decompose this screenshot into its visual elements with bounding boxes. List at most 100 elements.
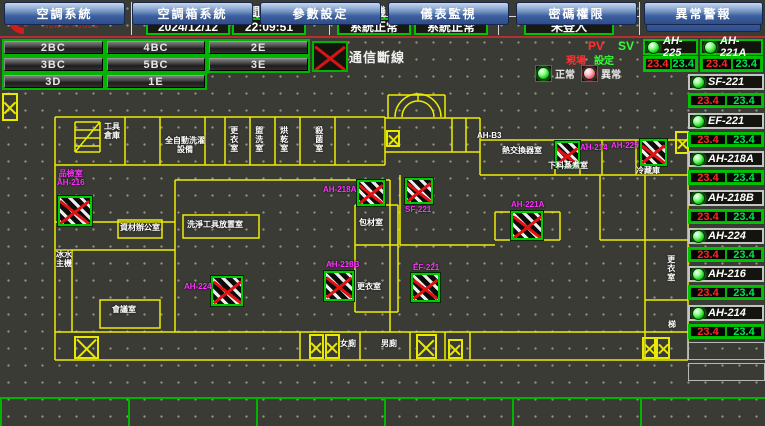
room-label: AH-B3 — [477, 132, 501, 141]
unit-status-led — [692, 115, 705, 128]
nav-parameter-settings-button[interactable]: 參數設定 — [260, 2, 381, 25]
unit-status-led — [692, 307, 705, 320]
nav-separator — [640, 399, 642, 426]
unit-pv-value: 23.4 — [690, 95, 726, 106]
unit-pv-value: 23.4 — [645, 58, 671, 70]
map-unit-label: AH-214 — [580, 144, 608, 153]
nav-meter-monitor-button[interactable]: 儀表監視 — [388, 2, 509, 25]
spiral-stairs-icon — [395, 94, 441, 117]
unit-sv-value: 23.4 — [726, 172, 762, 183]
empty-unit-slot — [688, 363, 765, 381]
nav-separator — [512, 399, 514, 426]
unit-status-led — [692, 268, 705, 281]
room-label: 冰水 主機 — [56, 251, 72, 269]
room-label: 更衣室 — [357, 283, 381, 292]
ahu-offline-icon[interactable] — [411, 273, 440, 302]
unit-value-pair: 23.4 23.4 — [700, 56, 763, 72]
door-hatch-icon — [309, 334, 324, 359]
room-label: 熱交換器室 — [502, 147, 542, 156]
unit-name-row[interactable]: AH-221A — [700, 39, 763, 55]
unit-name-row[interactable]: EF-221 — [688, 113, 764, 129]
room-label: 更衣室 — [229, 126, 238, 153]
nav-alarm-button[interactable]: 異常警報 — [644, 2, 763, 25]
unit-sv-value: 23.4 — [732, 58, 762, 70]
nav-separator — [256, 399, 258, 426]
unit-status-led — [692, 76, 705, 89]
unit-block: EF-221 23.4 23.4 — [688, 113, 764, 149]
ahu-offline-icon[interactable] — [640, 139, 667, 166]
room-label: 更衣室 — [666, 255, 675, 282]
unit-pv-value: 23.4 — [690, 211, 726, 222]
room-label: 女廁 — [340, 340, 356, 349]
unit-value-pair: 23.4 23.4 — [688, 247, 764, 262]
unit-sv-value: 23.4 — [726, 95, 762, 106]
unit-block: SF-221 23.4 23.4 — [688, 74, 764, 110]
door-hatch-icon — [325, 334, 340, 359]
map-unit-label: AH-225 — [611, 142, 639, 151]
unit-name-row[interactable]: AH-218A — [688, 151, 764, 167]
unit-status-led — [704, 41, 717, 54]
unit-block: AH-218B 23.4 23.4 — [688, 190, 764, 226]
nav-ac-system-button[interactable]: 空調系統 — [4, 2, 125, 25]
ahu-offline-icon[interactable] — [405, 178, 433, 204]
room-label: 工具 倉庫 — [104, 123, 120, 141]
unit-block: AH-224 23.4 23.4 — [688, 228, 764, 264]
unit-name-row[interactable]: AH-218B — [688, 190, 764, 206]
door-hatch-icon — [2, 93, 18, 121]
ahu-offline-icon[interactable] — [324, 271, 354, 301]
door-hatch-icon — [416, 334, 437, 359]
unit-status-led — [692, 192, 705, 205]
room-label: 洗淨工具放置室 — [187, 221, 243, 230]
unit-name-row[interactable]: AH-214 — [688, 305, 764, 321]
unit-value-pair: 23.4 23.4 — [688, 209, 764, 224]
room-label: 資材辦公室 — [120, 224, 160, 233]
nav-separator — [0, 399, 2, 426]
map-unit-label: AH-221A — [511, 201, 544, 210]
unit-pv-value: 23.4 — [690, 326, 726, 337]
nav-separator — [128, 399, 130, 426]
ahu-offline-icon[interactable] — [211, 276, 243, 306]
unit-sv-value: 23.4 — [726, 249, 762, 260]
bottom-nav-bar — [0, 397, 765, 426]
unit-sv-value: 23.4 — [726, 326, 762, 337]
nav-ahu-system-button[interactable]: 空調箱系統 — [132, 2, 253, 25]
ahu-offline-icon[interactable] — [357, 180, 385, 206]
door-hatch-icon — [386, 130, 400, 147]
unit-value-pair: 23.4 23.4 — [688, 132, 764, 147]
unit-name-row[interactable]: AH-224 — [688, 228, 764, 244]
unit-sv-value: 23.4 — [726, 134, 762, 145]
room-label: 男廁 — [381, 340, 397, 349]
ahu-offline-icon[interactable] — [511, 211, 543, 240]
room-label: 下料蒸煮室 — [548, 162, 588, 171]
room-label: 全自動洗濯設備 — [162, 137, 208, 155]
door-hatch-icon — [656, 337, 670, 359]
unit-pv-value: 23.4 — [690, 249, 726, 260]
unit-pv-value: 23.4 — [690, 172, 726, 183]
unit-block: AH-216 23.4 23.4 — [688, 266, 764, 302]
room-label: 冷藏庫 — [636, 167, 660, 176]
unit-value-pair: 23.4 23.4 — [688, 93, 764, 108]
room-label: 包材室 — [359, 219, 383, 228]
unit-name: EF-221 — [708, 115, 744, 127]
room-label: 殺菌室 — [314, 126, 323, 153]
room-label: 會議室 — [112, 306, 136, 315]
nav-password-permission-button[interactable]: 密碼權限 — [516, 2, 637, 25]
unit-name: AH-216 — [708, 268, 746, 280]
map-unit-label: EF-221 — [413, 264, 439, 273]
unit-value-pair: 23.4 23.4 — [688, 285, 764, 300]
unit-name-row[interactable]: SF-221 — [688, 74, 764, 90]
unit-name: AH-214 — [708, 307, 746, 319]
unit-name-row[interactable]: AH-225 — [643, 39, 698, 55]
unit-sv-value: 23.4 — [726, 287, 762, 298]
door-hatch-icon — [448, 339, 463, 359]
nav-separator — [384, 399, 386, 426]
door-hatch-icon — [642, 337, 656, 359]
unit-name: SF-221 — [708, 76, 744, 88]
map-unit-label: 品檢室 AH-216 — [57, 170, 85, 188]
unit-value-pair: 23.4 23.4 — [688, 324, 764, 339]
room-label: 烘乾室 — [279, 126, 288, 153]
unit-value-pair: 23.4 23.4 — [688, 170, 764, 185]
unit-name-row[interactable]: AH-216 — [688, 266, 764, 282]
unit-pv-value: 23.4 — [690, 134, 726, 145]
ahu-offline-icon[interactable] — [58, 196, 92, 226]
